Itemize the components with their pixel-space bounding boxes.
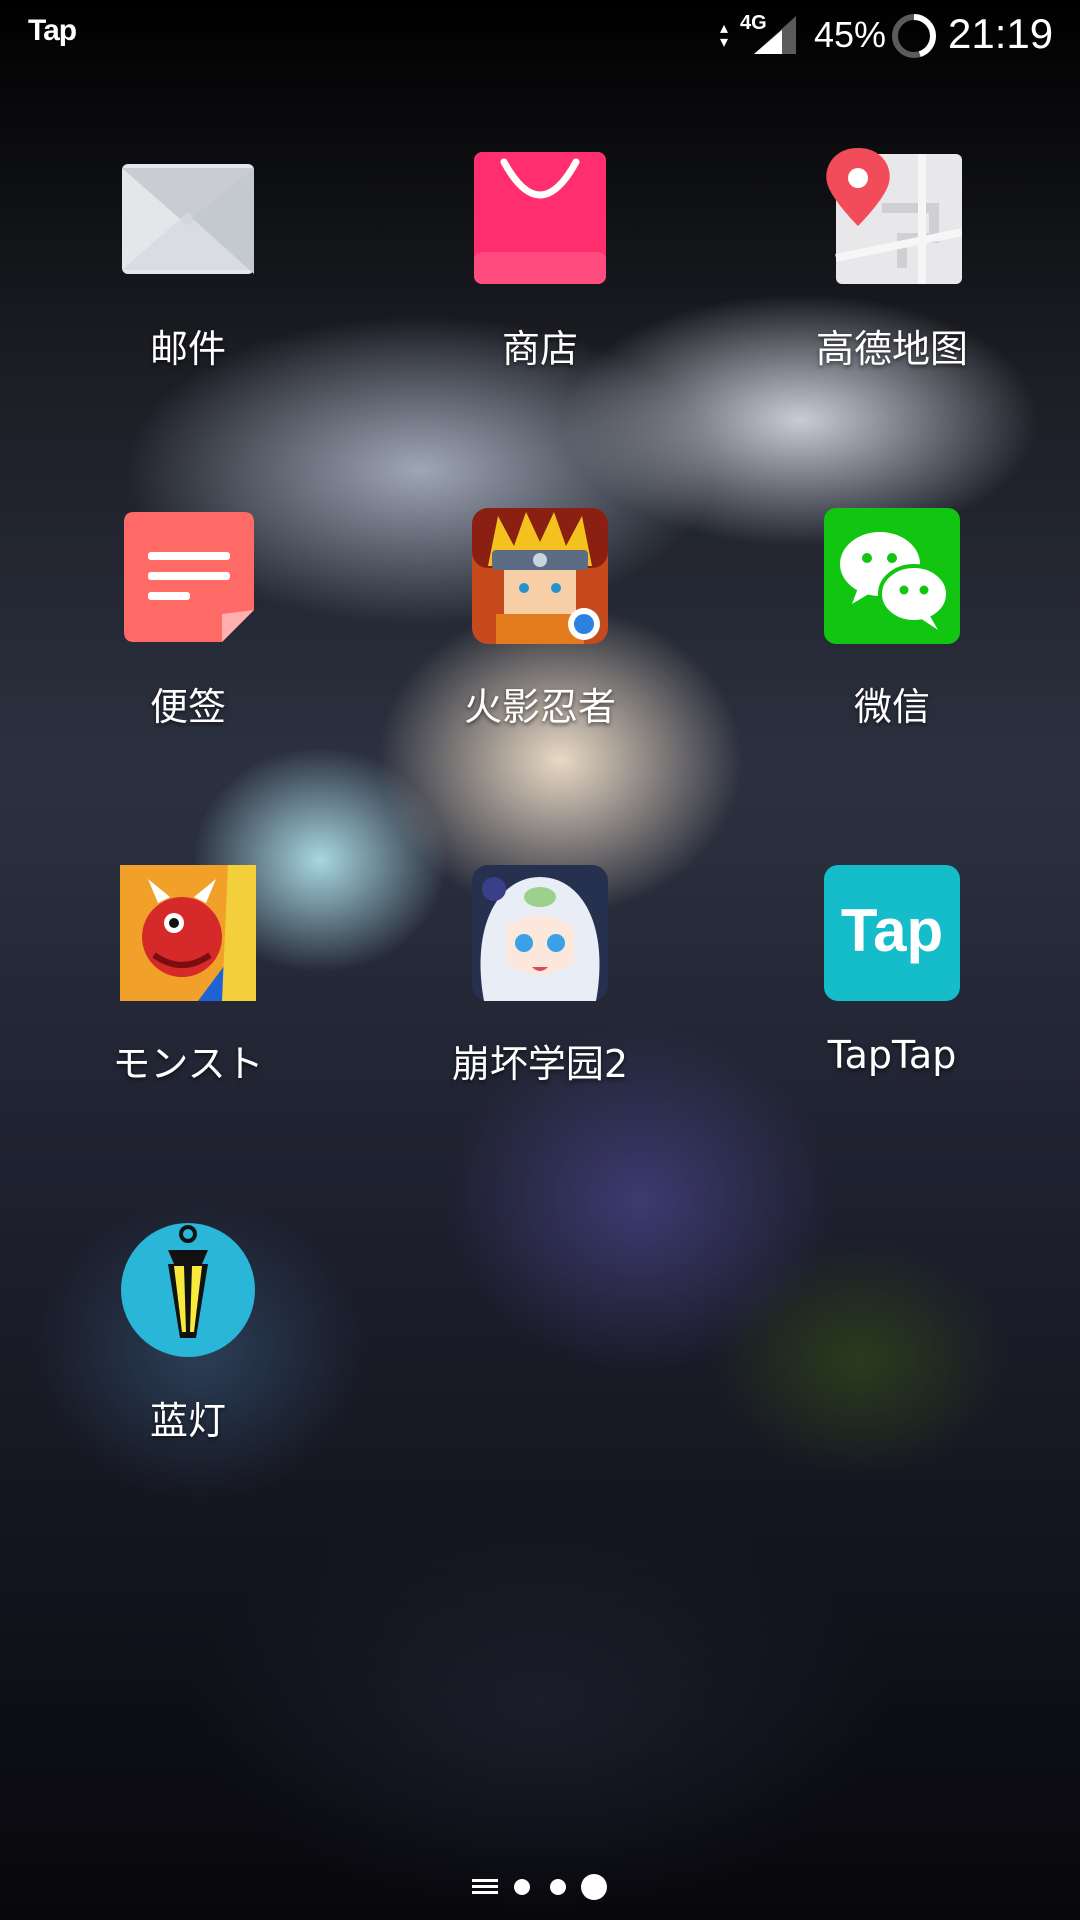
app-label: 蓝灯	[149, 1399, 226, 1443]
app-label: 微信	[853, 685, 930, 729]
app-label: 便签	[149, 685, 226, 729]
map-pin-icon	[826, 148, 962, 284]
app-grid: 邮件 商店 高德地图 便签 火影忍者 微信 モンスト 崩坏学园2 Tap Tap…	[0, 0, 1080, 1920]
store-bag-icon	[474, 152, 606, 284]
taptap-icon-text: Tap	[841, 897, 943, 964]
all-apps-menu-icon[interactable]	[472, 1879, 498, 1894]
app-naruto[interactable]: 火影忍者	[410, 506, 670, 766]
page-dot[interactable]	[514, 1879, 530, 1895]
app-amap[interactable]: 高德地图	[762, 148, 1022, 408]
wechat-icon	[824, 508, 960, 644]
naruto-game-icon	[472, 508, 608, 644]
app-notes[interactable]: 便签	[58, 506, 318, 766]
app-taptap[interactable]: Tap TapTap	[762, 863, 1022, 1123]
app-label: 高德地图	[815, 327, 968, 371]
app-label: 崩坏学园2	[451, 1042, 629, 1086]
app-store[interactable]: 商店	[410, 148, 670, 408]
houkai-game-icon	[472, 865, 608, 1001]
page-dot[interactable]	[550, 1879, 566, 1895]
note-icon	[124, 512, 254, 642]
app-label: 邮件	[149, 327, 226, 371]
app-label: 火影忍者	[463, 685, 616, 729]
app-wechat[interactable]: 微信	[762, 506, 1022, 766]
app-mail[interactable]: 邮件	[58, 148, 318, 408]
app-monst[interactable]: モンスト	[58, 863, 318, 1123]
app-lantern[interactable]: 蓝灯	[58, 1220, 318, 1480]
page-dot-active[interactable]	[581, 1874, 607, 1900]
app-label: TapTap	[827, 1033, 957, 1077]
app-houkai[interactable]: 崩坏学园2	[410, 863, 670, 1123]
app-label: 商店	[501, 327, 578, 371]
monst-game-icon	[120, 865, 256, 1001]
taptap-icon: Tap	[824, 865, 960, 1001]
page-indicator[interactable]	[470, 1872, 610, 1902]
lantern-icon	[121, 1223, 255, 1357]
app-label: モンスト	[112, 1042, 264, 1086]
mail-icon	[122, 164, 254, 274]
